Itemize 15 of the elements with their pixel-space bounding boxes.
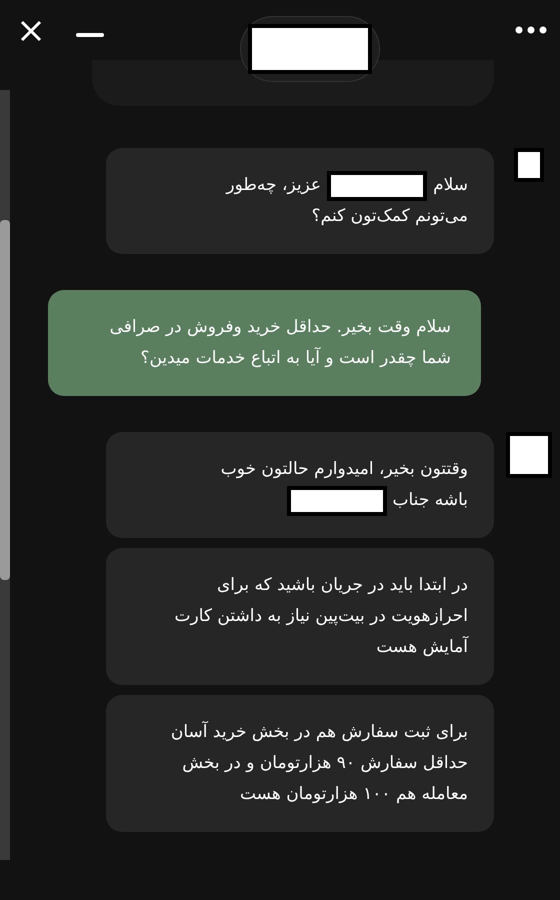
- message-text: می‌تونم کمک‌تون کنم؟: [312, 205, 468, 228]
- scrollbar[interactable]: [0, 90, 10, 860]
- more-icon: [515, 26, 547, 34]
- message-text: عزیز، چه‌طور: [226, 174, 322, 197]
- message-text: برای ثبت سفارش هم در بخش خرید آسان حداقل سفارش ۹۰ هزارتومان و در بخش معامله هم ۱۰۰ هزارتومان هست: [170, 720, 468, 806]
- redaction-block: [506, 432, 552, 478]
- message-text: سلام وقت بخیر. حداقل خرید وفروش در صرافی شما چقدر است و آیا به اتباع خدمات میدین؟: [108, 316, 451, 370]
- redaction-block: [514, 148, 544, 182]
- message-text: در ابتدا باید در جریان باشید که برای احرازهویت در بیت‌پین نیاز به داشتن کارت آمایش هست: [174, 574, 468, 659]
- message-text: سلام: [433, 174, 468, 197]
- minimize-button[interactable]: [76, 30, 106, 40]
- message-text: باشه جناب: [392, 489, 468, 512]
- close-icon: [19, 19, 43, 43]
- minimize-icon: [76, 33, 104, 37]
- message-text: وقتتون بخیر، امیدوارم حالتون خوب: [220, 458, 468, 481]
